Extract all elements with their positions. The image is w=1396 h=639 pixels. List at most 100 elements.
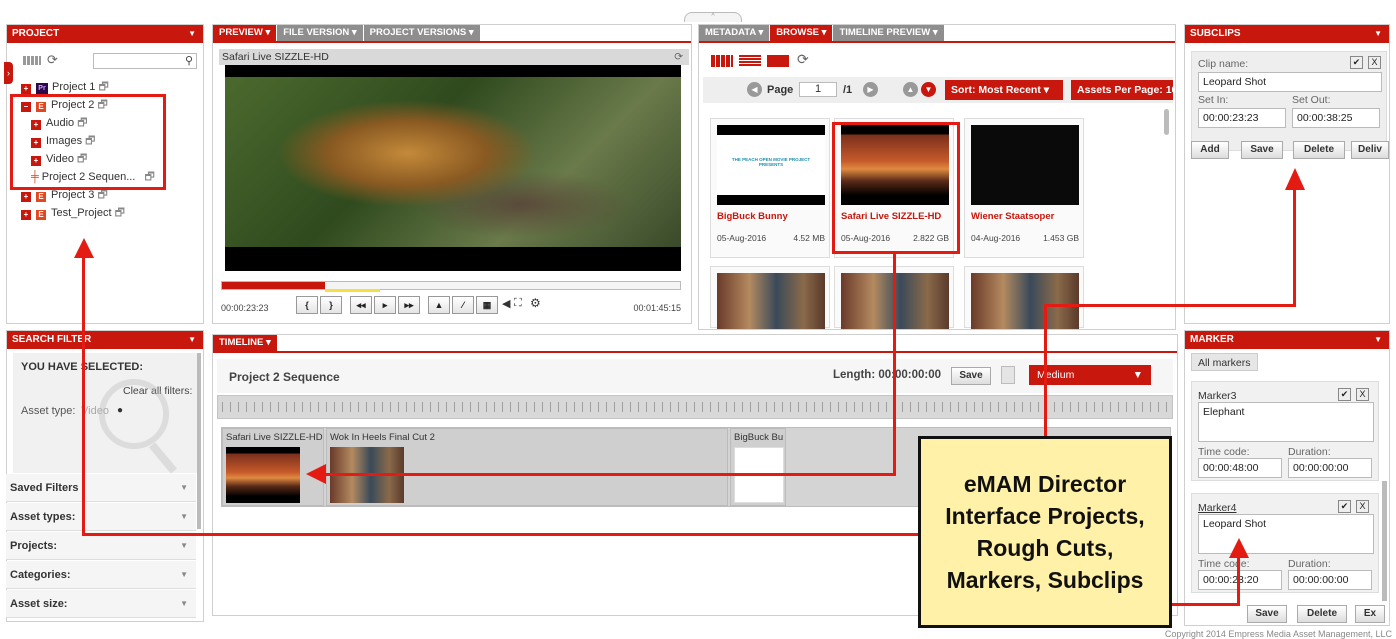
marker-duration-field[interactable]: 00:00:00:00: [1288, 458, 1372, 478]
timeline-clip[interactable]: BigBuck Bu: [730, 428, 786, 506]
project-search-input[interactable]: ⚲: [93, 53, 197, 69]
marker-duration-field[interactable]: 00:00:00:00: [1288, 570, 1372, 590]
clip-icon[interactable]: ▦: [476, 296, 498, 314]
list-view-icon[interactable]: [739, 55, 761, 67]
mark-in-button[interactable]: {: [296, 296, 318, 314]
save-marker-button[interactable]: Save: [1247, 605, 1287, 623]
chevron-down-icon[interactable]: ▼: [180, 474, 188, 502]
expand-icon[interactable]: +: [21, 84, 31, 94]
deliver-subclip-button[interactable]: Deliv: [1351, 141, 1389, 159]
thumbnail-view-icon[interactable]: [767, 55, 789, 67]
add-subclip-button[interactable]: Add: [1191, 141, 1229, 159]
save-subclip-button[interactable]: Save: [1241, 141, 1283, 159]
grid-view-icon[interactable]: [23, 56, 41, 65]
rewind-button[interactable]: ◂◂: [350, 296, 372, 314]
chevron-down-icon[interactable]: ▼: [180, 590, 188, 618]
chevron-down-icon[interactable]: ▼: [188, 25, 196, 43]
tree-item-test-project[interactable]: + E Test_Project 🗗: [21, 205, 125, 221]
facet-asset-size[interactable]: Asset size: ▼: [6, 590, 196, 618]
link-icon[interactable]: 🗗: [115, 207, 125, 219]
sort-down-icon[interactable]: ▼: [921, 82, 936, 97]
prev-page-icon[interactable]: ◀: [747, 82, 762, 97]
chevron-down-icon[interactable]: ▼: [188, 331, 196, 349]
grid-view-icon[interactable]: [711, 55, 733, 67]
marker-scrollbar[interactable]: [1382, 481, 1387, 601]
mark-out-button[interactable]: }: [320, 296, 342, 314]
trash-icon[interactable]: [1001, 366, 1015, 384]
facet-asset-types[interactable]: Asset types: ▼: [6, 503, 196, 531]
chevron-down-icon[interactable]: ▼: [1374, 331, 1382, 349]
fullscreen-icon[interactable]: ⛶: [514, 297, 522, 310]
set-in-field[interactable]: 00:00:23:23: [1198, 108, 1286, 128]
scrubber-bar[interactable]: [221, 281, 681, 292]
marker-description[interactable]: Elephant: [1198, 402, 1374, 442]
sort-up-icon[interactable]: ▲: [903, 82, 918, 97]
refresh-icon[interactable]: ⟳: [47, 52, 58, 68]
refresh-icon[interactable]: ⟳: [674, 49, 683, 65]
chevron-down-icon[interactable]: ▼: [180, 561, 188, 589]
checkbox-icon[interactable]: ✔: [1338, 500, 1351, 513]
expand-icon[interactable]: +: [21, 192, 31, 202]
gear-icon[interactable]: ⚙: [530, 296, 541, 310]
tab-metadata[interactable]: METADATA ▾: [699, 25, 770, 41]
volume-icon[interactable]: ◀: [502, 297, 510, 310]
tab-preview[interactable]: PREVIEW ▾: [213, 25, 277, 41]
asset-card-bigbuck[interactable]: THE PEACH OPEN MOVIE PROJECT PRESENTS Bi…: [710, 118, 830, 258]
pencil-icon[interactable]: ⁄: [452, 296, 474, 314]
set-out-field[interactable]: 00:00:38:25: [1292, 108, 1380, 128]
top-handle[interactable]: ^: [684, 12, 742, 22]
page-input[interactable]: 1: [799, 82, 837, 97]
close-icon[interactable]: X: [1368, 56, 1381, 69]
tab-browse[interactable]: BROWSE ▾: [770, 25, 833, 41]
asset-card-row2-1[interactable]: [710, 266, 830, 329]
asset-title[interactable]: Wiener Staatsoper: [971, 211, 1054, 222]
tab-project-versions[interactable]: PROJECT VERSIONS ▾: [363, 25, 480, 41]
delete-subclip-button[interactable]: Delete: [1293, 141, 1345, 159]
timeline-save-button[interactable]: Save: [951, 367, 991, 385]
checkbox-icon[interactable]: ✔: [1338, 388, 1351, 401]
play-button[interactable]: ▸: [374, 296, 396, 314]
close-icon[interactable]: X: [1356, 388, 1369, 401]
marker-timecode-field[interactable]: 00:00:23:20: [1198, 570, 1282, 590]
link-icon[interactable]: 🗗: [97, 189, 107, 201]
checkbox-icon[interactable]: ✔: [1350, 56, 1363, 69]
chevron-down-icon[interactable]: ▼: [1374, 25, 1382, 43]
timeline-clip[interactable]: Wok In Heels Final Cut 2: [326, 428, 728, 506]
marker-timecode-field[interactable]: 00:00:48:00: [1198, 458, 1282, 478]
tab-file-version[interactable]: FILE VERSION ▾: [277, 25, 363, 41]
asset-title[interactable]: BigBuck Bunny: [717, 211, 788, 222]
search-icon[interactable]: ⚲: [185, 54, 193, 67]
asset-card-wiener[interactable]: Wiener Staatsoper 04-Aug-2016 1.453 GB: [964, 118, 1084, 258]
marker-description[interactable]: Leopard Shot: [1198, 514, 1374, 554]
fast-forward-button[interactable]: ▸▸: [398, 296, 420, 314]
all-markers-tab[interactable]: All markers: [1191, 353, 1258, 371]
asset-card-row2-3[interactable]: [964, 266, 1084, 329]
assets-per-page-dropdown[interactable]: Assets Per Page: 10: [1071, 80, 1173, 100]
link-icon[interactable]: 🗗: [98, 81, 108, 93]
zoom-dropdown[interactable]: Medium ▼: [1029, 365, 1151, 385]
sort-dropdown[interactable]: Sort: Most Recent ▾: [945, 80, 1063, 100]
facet-categories[interactable]: Categories: ▼: [6, 561, 196, 589]
next-page-icon[interactable]: ▶: [863, 82, 878, 97]
tab-timeline-preview[interactable]: TIMELINE PREVIEW ▾: [833, 25, 944, 41]
delete-marker-button[interactable]: Delete: [1297, 605, 1347, 623]
side-collapse-tab[interactable]: ›: [4, 62, 13, 84]
facet-saved-filters[interactable]: Saved Filters ▼: [6, 474, 196, 502]
search-scrollbar[interactable]: [197, 353, 201, 529]
close-icon[interactable]: X: [1356, 500, 1369, 513]
up-icon[interactable]: ▲: [428, 296, 450, 314]
facet-projects[interactable]: Projects: ▼: [6, 532, 196, 560]
expand-icon[interactable]: +: [21, 210, 31, 220]
chevron-down-icon[interactable]: ▼: [180, 503, 188, 531]
clip-name-field[interactable]: Leopard Shot: [1198, 72, 1382, 92]
timeline-ruler[interactable]: [217, 395, 1173, 419]
video-frame[interactable]: [225, 65, 681, 271]
page-total: /1: [843, 84, 853, 96]
tree-item-project-1[interactable]: + Pr Project 1 🗗: [21, 79, 109, 95]
marker-name: Marker3: [1198, 390, 1237, 402]
export-marker-button[interactable]: Ex: [1355, 605, 1385, 623]
refresh-icon[interactable]: ⟳: [797, 51, 809, 68]
browse-scrollbar[interactable]: [1164, 109, 1169, 135]
chevron-down-icon[interactable]: ▼: [180, 532, 188, 560]
tab-timeline[interactable]: TIMELINE ▾: [213, 335, 277, 351]
